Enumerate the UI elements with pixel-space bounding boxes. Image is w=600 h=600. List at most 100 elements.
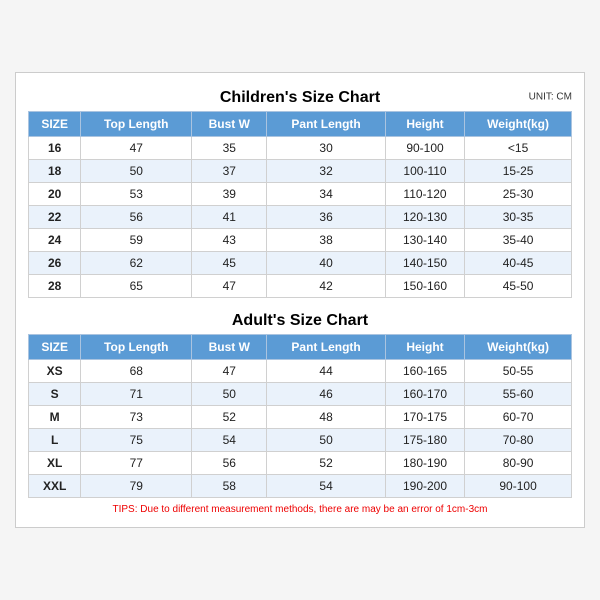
data-cell: 52 [192,406,267,429]
data-cell: 60-70 [465,406,572,429]
children-title: Children's Size Chart UNIT: CM [28,83,572,111]
data-cell: 110-120 [385,183,464,206]
data-cell: 56 [192,452,267,475]
children-title-text: Children's Size Chart [220,89,380,106]
data-cell: 100-110 [385,160,464,183]
size-cell: 26 [29,252,81,275]
data-cell: 77 [81,452,192,475]
data-cell: 37 [192,160,267,183]
data-cell: 175-180 [385,429,464,452]
data-cell: 47 [192,360,267,383]
children-table: SIZE Top Length Bust W Pant Length Heigh… [28,111,572,298]
adults-col-height: Height [385,335,464,360]
data-cell: 79 [81,475,192,498]
adults-title-text: Adult's Size Chart [232,312,368,329]
table-row: 18503732100-11015-25 [29,160,572,183]
data-cell: 15-25 [465,160,572,183]
adults-table: SIZE Top Length Bust W Pant Length Heigh… [28,334,572,498]
data-cell: 53 [81,183,192,206]
size-cell: M [29,406,81,429]
size-cell: 28 [29,275,81,298]
data-cell: 62 [81,252,192,275]
children-col-weight: Weight(kg) [465,112,572,137]
size-cell: S [29,383,81,406]
adults-col-weight: Weight(kg) [465,335,572,360]
adults-title: Adult's Size Chart [28,306,572,334]
table-row: 28654742150-16045-50 [29,275,572,298]
data-cell: 55-60 [465,383,572,406]
data-cell: 90-100 [385,137,464,160]
data-cell: 90-100 [465,475,572,498]
children-col-size: SIZE [29,112,81,137]
data-cell: 120-130 [385,206,464,229]
data-cell: 43 [192,229,267,252]
data-cell: 130-140 [385,229,464,252]
table-row: 24594338130-14035-40 [29,229,572,252]
data-cell: 80-90 [465,452,572,475]
data-cell: 52 [267,452,386,475]
data-cell: 75 [81,429,192,452]
size-cell: XL [29,452,81,475]
data-cell: 48 [267,406,386,429]
data-cell: 30 [267,137,386,160]
data-cell: 54 [192,429,267,452]
data-cell: 56 [81,206,192,229]
size-cell: 24 [29,229,81,252]
size-cell: 22 [29,206,81,229]
data-cell: 45-50 [465,275,572,298]
tips-text: TIPS: Due to different measurement metho… [28,504,572,515]
table-row: 26624540140-15040-45 [29,252,572,275]
data-cell: 170-175 [385,406,464,429]
adults-col-pantlength: Pant Length [267,335,386,360]
data-cell: 150-160 [385,275,464,298]
data-cell: 47 [192,275,267,298]
data-cell: 25-30 [465,183,572,206]
unit-label: UNIT: CM [529,92,572,103]
adults-col-toplength: Top Length [81,335,192,360]
children-col-bustw: Bust W [192,112,267,137]
data-cell: <15 [465,137,572,160]
data-cell: 40 [267,252,386,275]
data-cell: 44 [267,360,386,383]
data-cell: 32 [267,160,386,183]
size-cell: 16 [29,137,81,160]
size-cell: XS [29,360,81,383]
table-row: 22564136120-13030-35 [29,206,572,229]
data-cell: 35 [192,137,267,160]
size-cell: L [29,429,81,452]
size-cell: XXL [29,475,81,498]
data-cell: 35-40 [465,229,572,252]
table-row: 20533934110-12025-30 [29,183,572,206]
data-cell: 65 [81,275,192,298]
size-cell: 20 [29,183,81,206]
data-cell: 42 [267,275,386,298]
data-cell: 38 [267,229,386,252]
chart-container: Children's Size Chart UNIT: CM SIZE Top … [15,72,585,528]
data-cell: 73 [81,406,192,429]
data-cell: 140-150 [385,252,464,275]
data-cell: 40-45 [465,252,572,275]
data-cell: 68 [81,360,192,383]
children-col-pantlength: Pant Length [267,112,386,137]
table-row: M735248170-17560-70 [29,406,572,429]
data-cell: 36 [267,206,386,229]
adults-col-bustw: Bust W [192,335,267,360]
size-cell: 18 [29,160,81,183]
data-cell: 46 [267,383,386,406]
table-row: XXL795854190-20090-100 [29,475,572,498]
data-cell: 41 [192,206,267,229]
children-col-toplength: Top Length [81,112,192,137]
data-cell: 50 [192,383,267,406]
data-cell: 45 [192,252,267,275]
data-cell: 70-80 [465,429,572,452]
data-cell: 50 [267,429,386,452]
data-cell: 30-35 [465,206,572,229]
data-cell: 160-165 [385,360,464,383]
data-cell: 50-55 [465,360,572,383]
table-row: XL775652180-19080-90 [29,452,572,475]
data-cell: 58 [192,475,267,498]
data-cell: 39 [192,183,267,206]
data-cell: 59 [81,229,192,252]
data-cell: 190-200 [385,475,464,498]
table-row: S715046160-17055-60 [29,383,572,406]
